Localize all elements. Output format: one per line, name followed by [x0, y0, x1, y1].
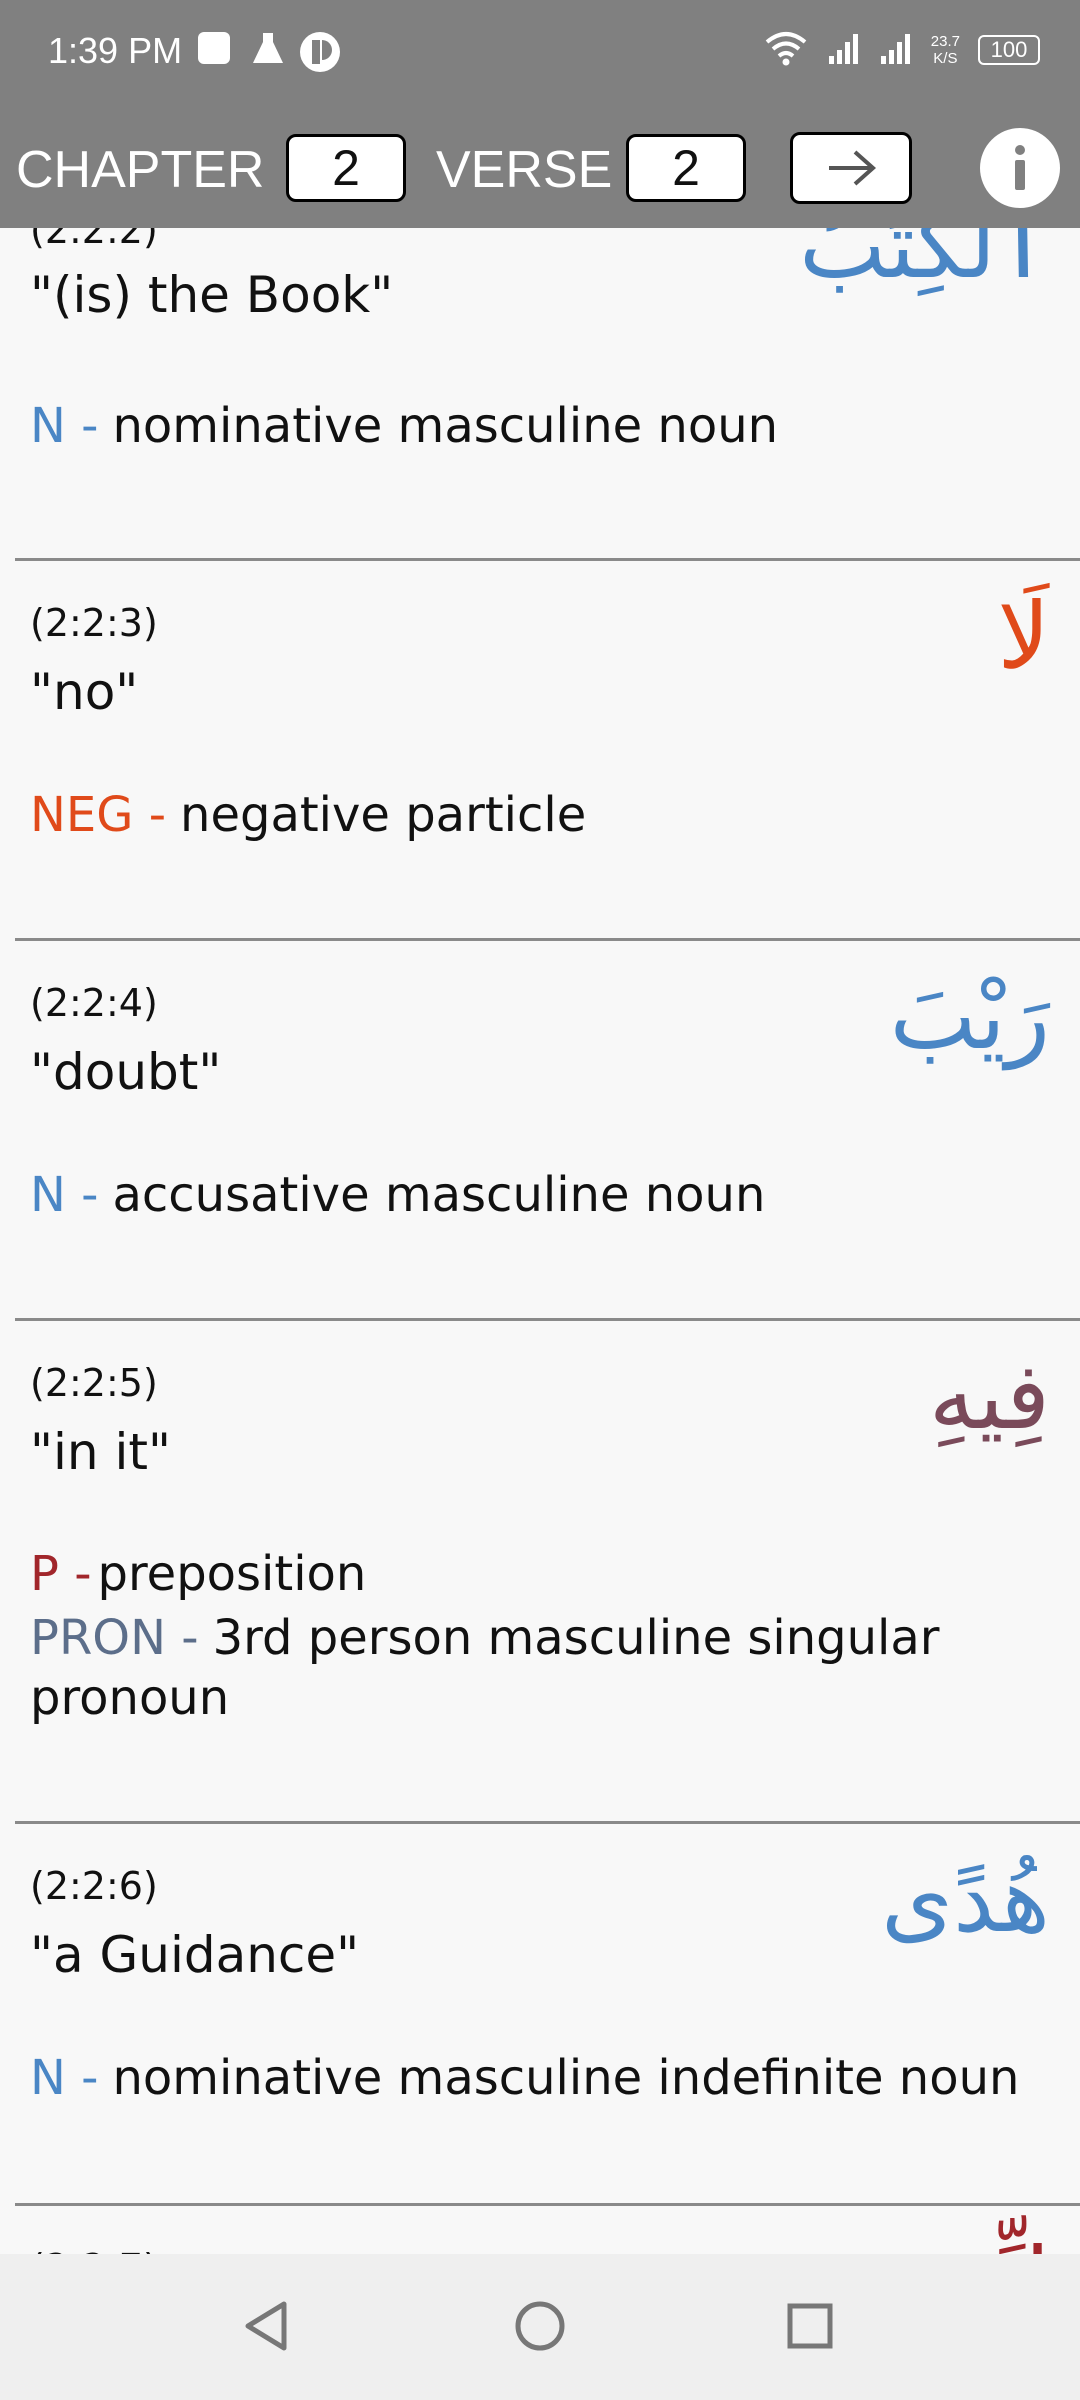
recents-square-icon	[787, 2303, 833, 2349]
word-reference: (2:2:7)	[30, 2246, 158, 2254]
arabic-word: ٱلْكِتَٰبُ	[799, 228, 1050, 299]
pos-tag: NEG -	[30, 787, 167, 843]
word-reference: (2:2:5)	[30, 1361, 158, 1405]
pos-description: nominative masculine indefinite noun	[112, 2050, 1020, 2106]
pos-description: preposition	[97, 1546, 367, 1602]
pos-description: nominative masculine noun	[112, 398, 779, 454]
pos-tag-line: P - preposition	[30, 1546, 366, 1602]
word-gloss: "doubt"	[30, 1043, 222, 1101]
verse-input[interactable]: 2	[626, 134, 746, 202]
pos-tag-line: PRON -3rd person masculine singular pron…	[30, 1608, 1010, 1728]
pos-tag: N -	[30, 398, 99, 454]
go-button[interactable]	[790, 132, 912, 204]
status-time: 1:39 PM	[48, 30, 183, 71]
pos-tag: P -	[30, 1546, 92, 1602]
word-item[interactable]: (2:2:3) "no" لَا NEG - negative particle	[15, 561, 1080, 941]
word-reference: (2:2:3)	[30, 601, 158, 645]
system-navigation-bar	[0, 2254, 1080, 2400]
word-gloss: "(is) the Book"	[30, 266, 394, 324]
word-reference: (2:2:2)	[30, 228, 158, 252]
signal-icon-2	[879, 30, 913, 70]
pos-tag: PRON -	[30, 1610, 199, 1666]
pos-tag-line: N - accusative masculine noun	[30, 1167, 765, 1223]
recents-button[interactable]	[780, 2296, 840, 2356]
arabic-word: رَيْبَ	[889, 963, 1050, 1070]
back-button[interactable]	[236, 2296, 296, 2356]
home-button[interactable]	[510, 2296, 570, 2356]
chapter-label: CHAPTER	[16, 141, 265, 199]
word-item[interactable]: (2:2:7) لِّ	[15, 2206, 1080, 2254]
verse-label: VERSE	[436, 141, 613, 199]
pos-tag: N -	[30, 1167, 99, 1223]
word-item[interactable]: (2:2:2) "(is) the Book" ٱلْكِتَٰبُ N - no…	[15, 228, 1080, 561]
word-analysis-list: (2:2:2) "(is) the Book" ٱلْكِتَٰبُ N - no…	[0, 228, 1080, 2254]
word-reference: (2:2:6)	[30, 1864, 158, 1908]
word-gloss: "in it"	[30, 1423, 171, 1481]
battery-level: 100	[990, 37, 1028, 62]
arabic-word: لَا	[997, 583, 1050, 690]
word-gloss: "a Guidance"	[30, 1926, 360, 1984]
word-reference: (2:2:4)	[30, 981, 158, 1025]
pos-tag: N -	[30, 2050, 99, 2106]
notification-square-icon	[196, 30, 232, 70]
app-badge-icon	[298, 30, 346, 78]
home-circle-icon	[515, 2301, 565, 2351]
verse-navigation-toolbar: CHAPTER 2 VERSE 2	[0, 110, 1080, 228]
arabic-word: فِيهِ	[928, 1343, 1050, 1450]
arabic-word: هُدًى	[881, 1846, 1050, 1953]
word-gloss: "no"	[30, 663, 139, 721]
flask-icon	[250, 30, 286, 70]
back-triangle-icon	[245, 2301, 287, 2351]
pos-tag-line: N - nominative masculine noun	[30, 398, 778, 454]
status-bar: 1:39 PM 23.7 K/S 100	[0, 0, 1080, 110]
battery-indicator: 100	[978, 35, 1040, 65]
signal-icon-1	[827, 30, 861, 70]
pos-tag-line: NEG - negative particle	[30, 787, 586, 843]
network-speed: 23.7 K/S	[931, 33, 960, 67]
pos-description: negative particle	[180, 787, 587, 843]
arrow-right-icon	[829, 150, 877, 186]
pos-description: accusative masculine noun	[112, 1167, 766, 1223]
word-item[interactable]: (2:2:4) "doubt" رَيْبَ N - accusative mas…	[15, 941, 1080, 1321]
arabic-word: لِّ	[983, 2228, 1050, 2254]
info-icon	[1015, 145, 1025, 190]
wifi-icon	[763, 28, 809, 72]
net-speed-unit: K/S	[933, 50, 958, 67]
pos-tag-line: N - nominative masculine indefinite noun	[30, 2050, 1019, 2106]
word-item[interactable]: (2:2:6) "a Guidance" هُدًى N - nominative…	[15, 1824, 1080, 2206]
info-button[interactable]	[980, 128, 1060, 208]
word-item[interactable]: (2:2:5) "in it" فِيهِ P - preposition PRO…	[15, 1321, 1080, 1824]
chapter-input[interactable]: 2	[286, 134, 406, 202]
net-speed-value: 23.7	[930, 33, 960, 50]
